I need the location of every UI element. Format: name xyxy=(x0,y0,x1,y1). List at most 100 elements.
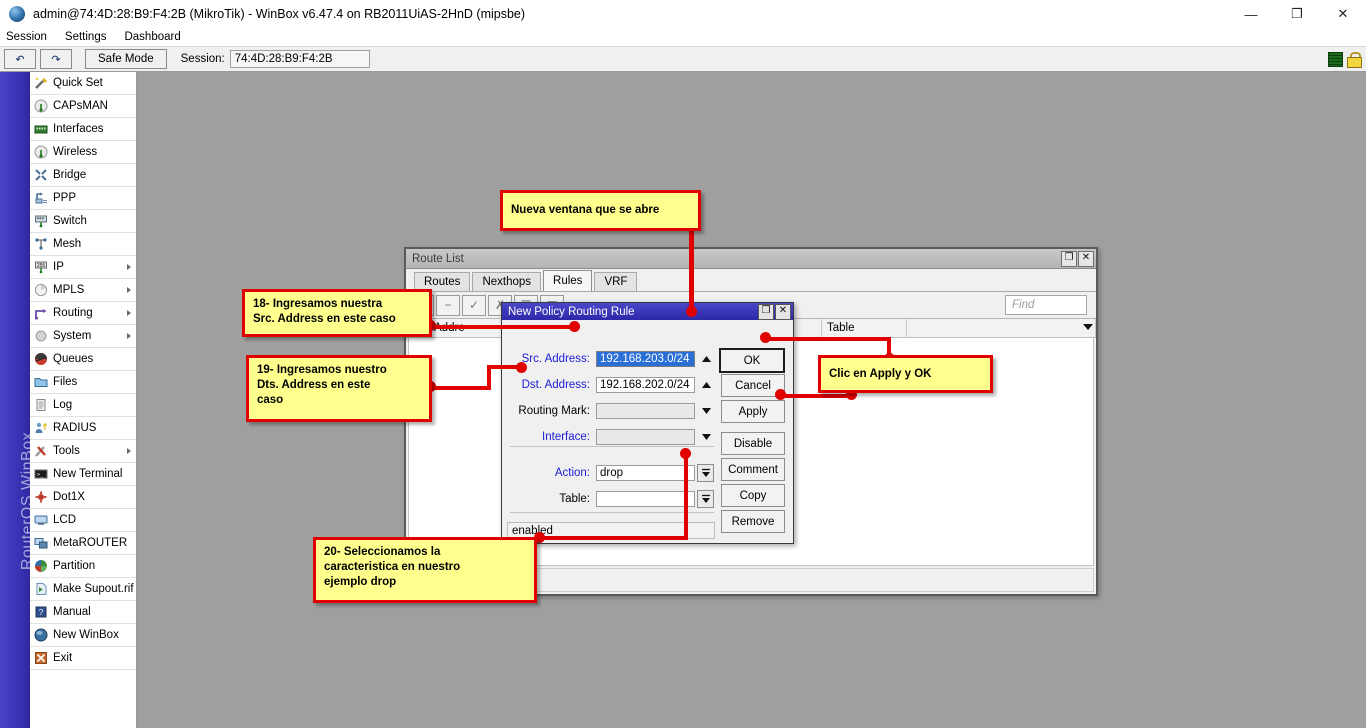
disable-button[interactable]: Disable xyxy=(721,432,785,455)
field-row-routing-mark: Routing Mark: xyxy=(502,400,714,421)
annotation-dst-address: 19- Ingresamos nuestro Dts. Address en e… xyxy=(246,355,432,422)
svg-text:>_: >_ xyxy=(37,472,44,478)
sidebar-item-label: New Terminal xyxy=(53,468,122,480)
sidebar-item-files[interactable]: Files xyxy=(30,371,136,394)
sidebar-item-ip[interactable]: 255IP xyxy=(30,256,136,279)
routing-mark-input[interactable] xyxy=(596,403,695,419)
sidebar-item-label: Wireless xyxy=(53,146,97,158)
chevron-right-icon xyxy=(127,448,131,454)
connector-dot-a2-end xyxy=(569,321,580,332)
interface-chevron-down-icon[interactable] xyxy=(699,429,714,445)
folder-icon xyxy=(34,375,48,389)
sidebar-item-dot1x[interactable]: Dot1X xyxy=(30,486,136,509)
enable-button[interactable]: ✓ xyxy=(462,295,486,316)
ok-button[interactable]: OK xyxy=(719,348,785,373)
interface-input[interactable] xyxy=(596,429,695,445)
apply-button[interactable]: Apply xyxy=(721,400,785,423)
chevron-right-icon xyxy=(127,310,131,316)
find-input[interactable]: Find xyxy=(1005,295,1087,315)
connector-a4-ok-h xyxy=(766,337,891,341)
sidebar-item-exit[interactable]: Exit xyxy=(30,647,136,670)
remove-button[interactable]: − xyxy=(436,295,460,316)
remove-button[interactable]: Remove xyxy=(721,510,785,533)
supout-icon xyxy=(34,582,48,596)
sidebar-item-mesh[interactable]: Mesh xyxy=(30,233,136,256)
dialog-restore-icon[interactable]: ❐ xyxy=(758,304,774,320)
comment-button[interactable]: Comment xyxy=(721,458,785,481)
column-sort-chevron-down-icon[interactable] xyxy=(1083,324,1093,330)
action-dropdown-icon[interactable] xyxy=(697,464,714,482)
tab-vrf[interactable]: VRF xyxy=(594,272,637,291)
route-list-tabs: RoutesNexthopsRulesVRF xyxy=(406,269,1096,292)
sidebar-item-metarouter[interactable]: MetaROUTER xyxy=(30,532,136,555)
session-value[interactable]: 74:4D:28:B9:F4:2B xyxy=(230,50,370,68)
connector-a3-h1 xyxy=(430,386,490,390)
sidebar-item-manual[interactable]: ?Manual xyxy=(30,601,136,624)
tab-rules[interactable]: Rules xyxy=(543,270,592,291)
sidebar-item-quick-set[interactable]: Quick Set xyxy=(30,72,136,95)
route-list-restore-icon[interactable]: ❐ xyxy=(1061,251,1077,267)
tab-nexthops[interactable]: Nexthops xyxy=(472,272,541,291)
manual-icon: ? xyxy=(34,605,48,619)
sidebar-item-ppp[interactable]: PPP xyxy=(30,187,136,210)
column-extra[interactable] xyxy=(907,319,1096,337)
sidebar-item-label: Files xyxy=(53,376,77,388)
sidebar-item-make-supout-rif[interactable]: Make Supout.rif xyxy=(30,578,136,601)
action-label: Action: xyxy=(502,467,596,479)
window-titlebar: admin@74:4D:28:B9:F4:2B (MikroTik) - Win… xyxy=(0,0,1366,28)
svg-text:?: ? xyxy=(39,608,44,617)
maximize-icon[interactable]: ❐ xyxy=(1274,0,1320,28)
sidebar-item-new-terminal[interactable]: >_ New Terminal xyxy=(30,463,136,486)
sidebar-item-partition[interactable]: Partition xyxy=(30,555,136,578)
close-icon[interactable]: ✕ xyxy=(1320,0,1366,28)
route-list-close-icon[interactable]: ✕ xyxy=(1078,251,1094,267)
sidebar-item-interfaces[interactable]: Interfaces xyxy=(30,118,136,141)
sidebar-item-radius[interactable]: RADIUS xyxy=(30,417,136,440)
sidebar-item-lcd[interactable]: LCD xyxy=(30,509,136,532)
action-input[interactable]: drop xyxy=(596,465,695,481)
menu-session[interactable]: Session xyxy=(0,28,56,46)
undo-button[interactable]: ↶ xyxy=(4,49,36,69)
field-row-dst-address: Dst. Address:192.168.202.0/24 xyxy=(502,374,714,395)
table-input[interactable] xyxy=(596,491,695,507)
sidebar-item-system[interactable]: System xyxy=(30,325,136,348)
menubar: Session Settings Dashboard xyxy=(0,28,1366,46)
minimize-icon[interactable]: — xyxy=(1228,0,1274,28)
sidebar-item-label: Queues xyxy=(53,353,93,365)
sidebar-item-label: Tools xyxy=(53,445,80,457)
sidebar-item-label: MetaROUTER xyxy=(53,537,127,549)
bars-icon xyxy=(1328,52,1343,67)
sidebar-item-wireless[interactable]: Wireless xyxy=(30,141,136,164)
safe-mode-button[interactable]: Safe Mode xyxy=(85,49,167,69)
winbox-app-icon xyxy=(9,6,25,22)
redo-button[interactable]: ↷ xyxy=(40,49,72,69)
route-list-titlebar[interactable]: Route List ❐ ✕ xyxy=(406,249,1096,269)
sidebar-item-routing[interactable]: Routing xyxy=(30,302,136,325)
dialog-titlebar[interactable]: New Policy Routing Rule ❐ ✕ xyxy=(502,303,793,320)
sidebar-item-label: Log xyxy=(53,399,72,411)
sidebar-item-bridge[interactable]: Bridge xyxy=(30,164,136,187)
sidebar-item-queues[interactable]: Queues xyxy=(30,348,136,371)
dialog-close-icon[interactable]: ✕ xyxy=(775,304,791,320)
dst-address-chevron-up-icon[interactable] xyxy=(699,377,714,393)
log-icon xyxy=(34,398,48,412)
src-address-chevron-up-icon[interactable] xyxy=(699,351,714,367)
dst-address-input[interactable]: 192.168.202.0/24 xyxy=(596,377,695,393)
routing-mark-chevron-down-icon[interactable] xyxy=(699,403,714,419)
table-dropdown-icon[interactable] xyxy=(697,490,714,508)
column-table[interactable]: Table xyxy=(822,319,907,337)
sidebar-item-tools[interactable]: Tools xyxy=(30,440,136,463)
sidebar-item-mpls[interactable]: MPLS xyxy=(30,279,136,302)
sidebar-item-label: Make Supout.rif xyxy=(53,583,134,595)
copy-button[interactable]: Copy xyxy=(721,484,785,507)
sidebar-item-label: LCD xyxy=(53,514,76,526)
src-address-input[interactable]: 192.168.203.0/24 xyxy=(596,351,695,367)
menu-settings[interactable]: Settings xyxy=(56,28,116,46)
ppp-icon xyxy=(34,191,48,205)
sidebar-item-switch[interactable]: Switch xyxy=(30,210,136,233)
menu-dashboard[interactable]: Dashboard xyxy=(115,28,189,46)
sidebar-item-capsman[interactable]: CAPsMAN xyxy=(30,95,136,118)
sidebar-item-log[interactable]: Log xyxy=(30,394,136,417)
sidebar-item-new-winbox[interactable]: New WinBox xyxy=(30,624,136,647)
dialog-body: enabled Src. Address:192.168.203.0/24Dst… xyxy=(502,320,793,543)
